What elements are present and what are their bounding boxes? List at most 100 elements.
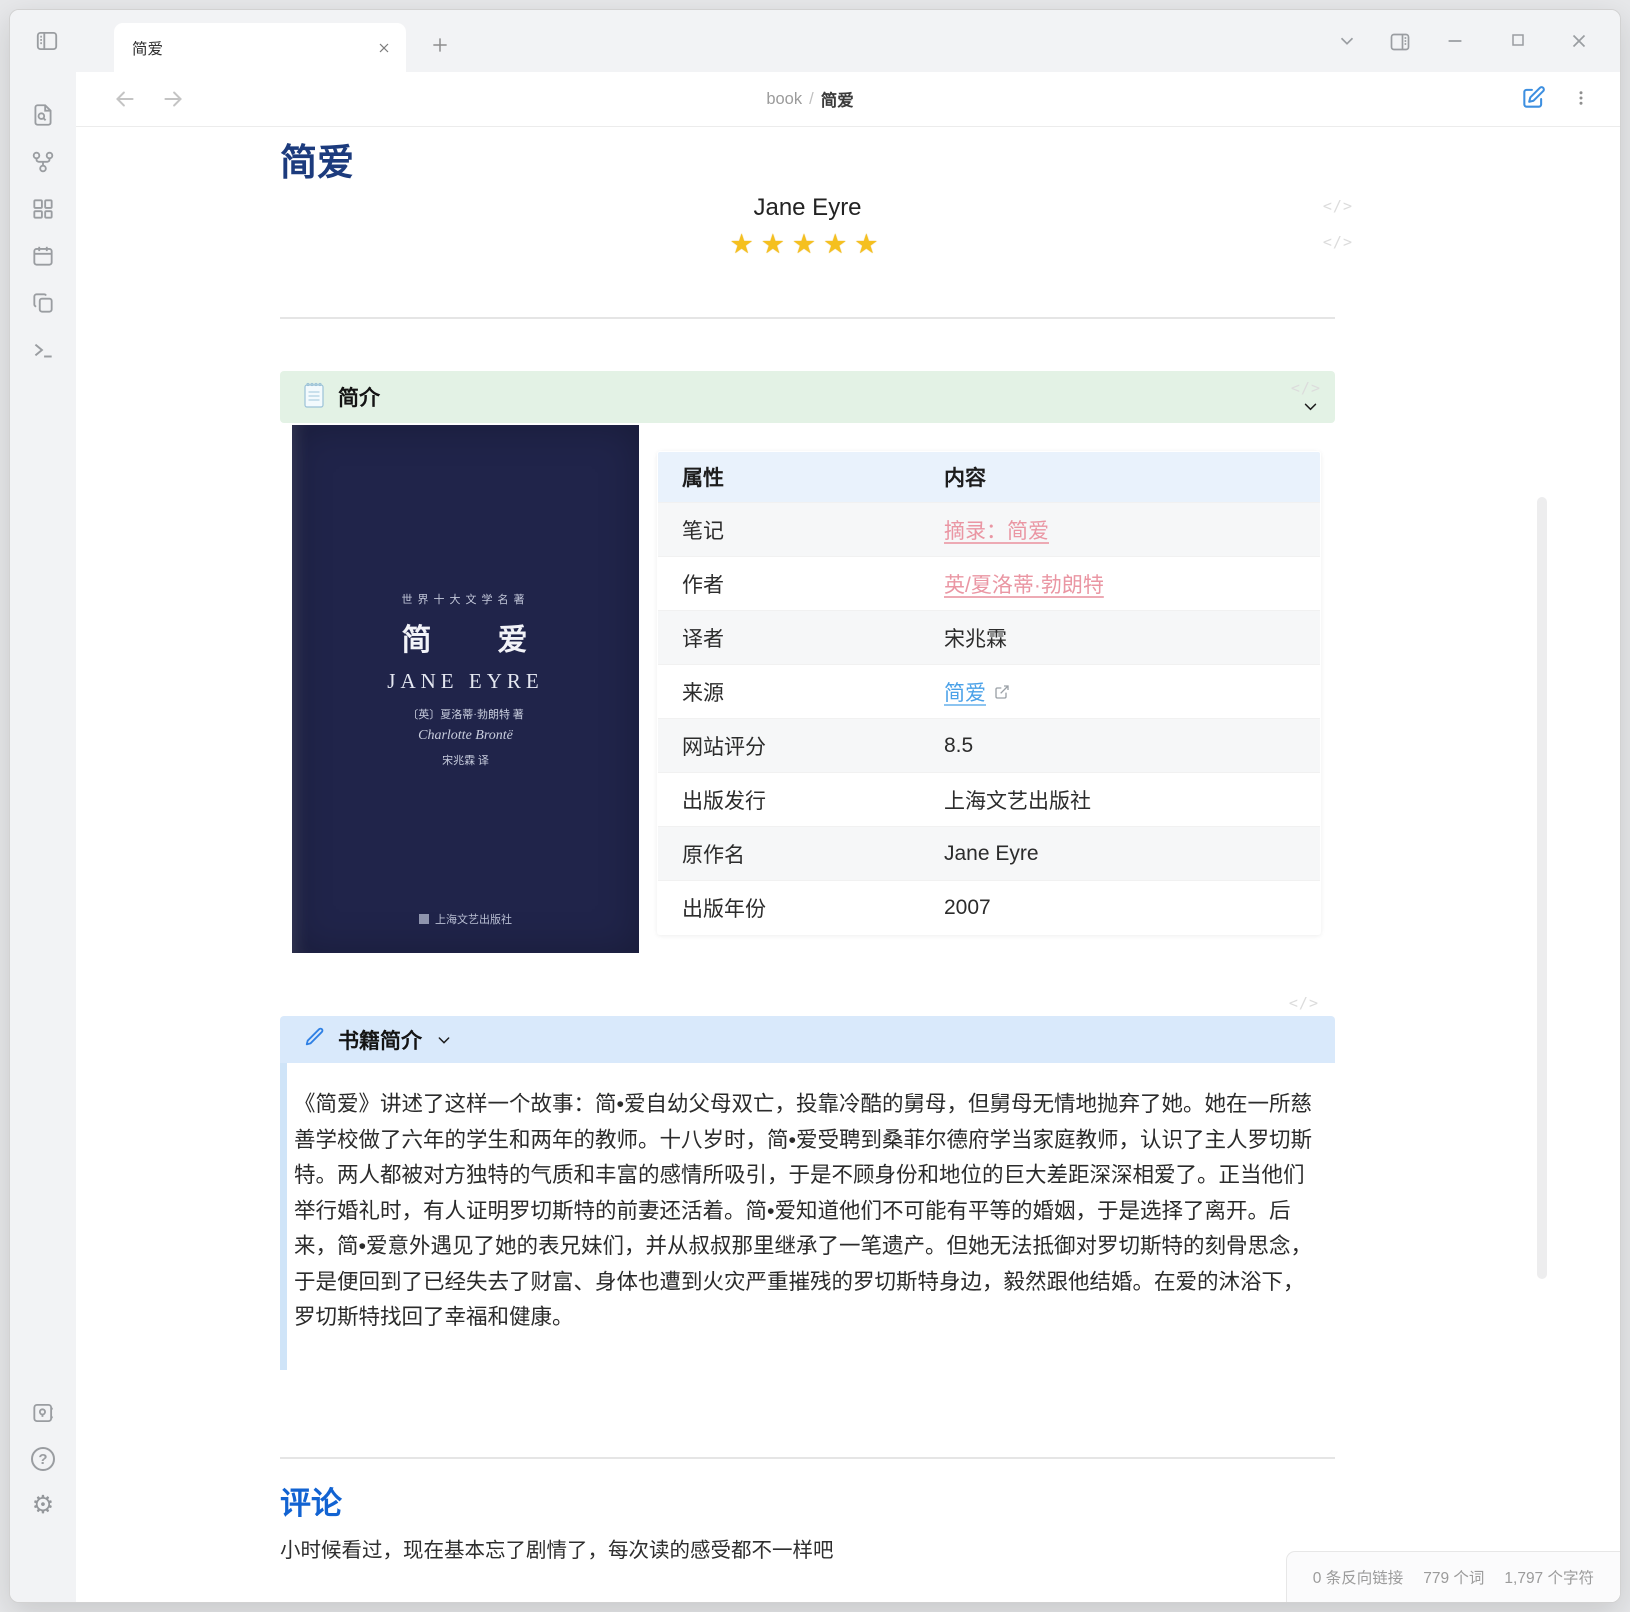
ribbon: ? ⚙ [10, 72, 76, 1602]
cover-author-cn: 〔英〕夏洛蒂·勃朗特 著 [407, 706, 523, 722]
attr-label: 译者 [658, 611, 921, 665]
attr-label: 来源 [658, 665, 921, 719]
note-subtitle: Jane Eyre [280, 193, 1335, 223]
tab-close-icon[interactable] [376, 40, 392, 56]
attr-value[interactable]: 英/夏洛蒂·勃朗特 [944, 569, 1104, 599]
app-window: 简爱 [9, 9, 1621, 1603]
attr-value: Jane Eyre [944, 842, 1039, 866]
col-header-content: 内容 [920, 452, 1321, 503]
attr-label: 笔记 [658, 503, 921, 557]
attr-label: 网站评分 [658, 719, 921, 773]
dashboard-icon[interactable] [30, 196, 56, 222]
ribbon-bottom: ? ⚙ [30, 1400, 56, 1518]
attr-value[interactable]: 摘录：简爱 [944, 515, 1049, 545]
attr-label: 作者 [658, 557, 921, 611]
publisher-logo-icon [419, 914, 429, 924]
graph-icon[interactable] [30, 149, 56, 175]
copy-icon[interactable] [30, 290, 56, 316]
chevron-down-icon[interactable] [1336, 30, 1358, 52]
page-title: 简爱 [280, 141, 1335, 185]
new-tab-icon[interactable] [430, 35, 450, 55]
code-block-edit-icon[interactable]: </> [1323, 197, 1353, 215]
collapse-chevron-icon[interactable] [1302, 398, 1319, 420]
right-sidebar-toggle-icon[interactable] [1388, 30, 1412, 54]
breadcrumb-separator: / [809, 90, 814, 109]
table-header-row: 属性 内容 [658, 452, 1321, 503]
code-block-edit-icon[interactable]: </> [1289, 994, 1319, 1012]
calendar-icon[interactable] [30, 243, 56, 269]
summary-callout-title: 书籍简介 [338, 1025, 422, 1055]
page: 简爱 Jane Eyre ★★★★★ </> </> [280, 127, 1335, 1566]
intro-callout-title: 简介 [338, 382, 380, 412]
table-row: 来源 简爱 [658, 665, 1321, 719]
vault-icon[interactable] [30, 1400, 56, 1426]
attr-label: 出版年份 [658, 881, 921, 935]
intro-callout-header[interactable]: 简介 </> [280, 371, 1335, 423]
external-link-icon [994, 684, 1010, 700]
table-row: 出版发行 上海文艺出版社 [658, 773, 1321, 827]
table-row: 译者 宋兆霖 [658, 611, 1321, 665]
cover-series: 世界十大文学名著 [402, 591, 530, 607]
cover-title-en: JANE EYRE [387, 669, 543, 694]
tab-title: 简爱 [132, 37, 376, 59]
divider [280, 317, 1335, 319]
cover-translator: 宋兆霖 译 [442, 752, 489, 768]
table-row: 网站评分 8.5 [658, 719, 1321, 773]
rating-stars: ★★★★★ [280, 228, 1335, 260]
attr-value: 8.5 [944, 734, 973, 758]
left-sidebar-toggle-icon[interactable] [34, 28, 60, 54]
minimize-icon[interactable] [1444, 30, 1466, 52]
col-header-attr: 属性 [658, 452, 921, 503]
attr-label: 出版发行 [658, 773, 921, 827]
comments-heading: 评论 [280, 1484, 1335, 1524]
summary-callout-header[interactable]: 书籍简介 [280, 1016, 1335, 1063]
notepad-icon [302, 381, 326, 414]
attr-value: 上海文艺出版社 [944, 785, 1091, 815]
word-count: 779 个词 [1423, 1566, 1484, 1588]
breadcrumb-current[interactable]: 简爱 [821, 87, 854, 111]
divider [280, 1457, 1335, 1459]
comment-text: 小时候看过，现在基本忘了剧情了，每次读的感受都不一样吧 [280, 1536, 1335, 1566]
table-row: 原作名 Jane Eyre [658, 827, 1321, 881]
pencil-icon [304, 1026, 326, 1053]
cover-publisher: 上海文艺出版社 [292, 911, 639, 927]
settings-gear-icon[interactable]: ⚙ [32, 1492, 54, 1518]
cover-author-en: Charlotte Brontë [418, 728, 513, 744]
tab-active[interactable]: 简爱 [114, 23, 406, 72]
scrollbar-thumb[interactable] [1537, 497, 1547, 1279]
status-bar: 0 条反向链接 779 个词 1,797 个字符 [1286, 1551, 1620, 1602]
book-summary-text: 《简爱》讲述了这样一个故事：简•爱自幼父母双亡，投靠冷酷的舅母，但舅母无情地抛弃… [294, 1087, 1321, 1336]
note-content: 简爱 Jane Eyre ★★★★★ </> </> [76, 127, 1620, 1602]
table-row: 出版年份 2007 [658, 881, 1321, 935]
collapse-chevron-icon[interactable] [436, 1032, 452, 1048]
backlinks-count[interactable]: 0 条反向链接 [1313, 1566, 1403, 1588]
note-meta: Jane Eyre ★★★★★ </> </> [280, 193, 1335, 260]
more-options-icon[interactable] [1572, 87, 1590, 109]
code-block-edit-icon[interactable]: </> [1323, 233, 1353, 251]
attr-value: 宋兆霖 [944, 623, 1007, 653]
terminal-icon[interactable] [30, 337, 56, 363]
infobox-rows: 笔记 摘录：简爱 [658, 503, 1321, 935]
edit-note-icon[interactable] [1520, 85, 1546, 111]
breadcrumb-parent[interactable]: book [766, 90, 802, 109]
maximize-icon[interactable] [1508, 30, 1528, 50]
workspace: book / 简爱 [76, 72, 1620, 1602]
attr-label: 原作名 [658, 827, 921, 881]
breadcrumb: book / 简爱 [76, 72, 1544, 126]
close-icon[interactable] [1568, 30, 1590, 52]
intro-callout-body: 世界十大文学名著 简 爱 JANE EYRE 〔英〕夏洛蒂·勃朗特 著 Char… [280, 425, 1335, 953]
book-cover-image: 世界十大文学名著 简 爱 JANE EYRE 〔英〕夏洛蒂·勃朗特 著 Char… [292, 425, 639, 953]
attr-value[interactable]: 简爱 [944, 677, 986, 707]
cover-title-cn: 简 爱 [402, 615, 530, 659]
attr-value: 2007 [944, 896, 991, 920]
code-block-edit-icon[interactable]: </> [1291, 379, 1321, 397]
header-actions [1520, 85, 1590, 111]
titlebar: 简爱 [10, 10, 1620, 72]
view-header: book / 简爱 [76, 72, 1620, 127]
char-count: 1,797 个字符 [1504, 1566, 1594, 1588]
intro-callout: 简介 </> 世界十大文学名著 简 爱 JANE EYRE [280, 371, 1335, 953]
file-search-icon[interactable] [30, 102, 56, 128]
summary-callout-body: 《简爱》讲述了这样一个故事：简•爱自幼父母双亡，投靠冷酷的舅母，但舅母无情地抛弃… [280, 1063, 1335, 1370]
help-icon[interactable]: ? [31, 1447, 55, 1471]
table-row: 笔记 摘录：简爱 [658, 503, 1321, 557]
